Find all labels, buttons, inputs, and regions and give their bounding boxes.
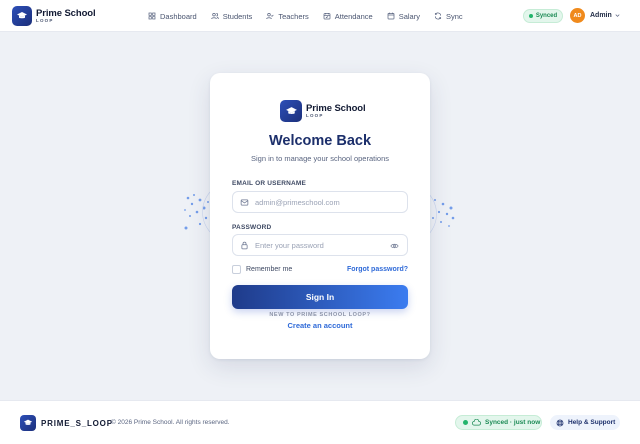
card-brand: Prime School LOOP <box>280 100 366 122</box>
calendar-check-icon <box>323 13 331 20</box>
login-card: Prime School LOOP Welcome Back Sign in t… <box>210 73 430 359</box>
footer: PRIME_S_LOOP © 2026 Prime School. All ri… <box>0 400 640 444</box>
password-placeholder: Enter your password <box>255 240 324 250</box>
eye-icon[interactable] <box>390 242 399 250</box>
sync-status-text: Synced <box>535 13 558 19</box>
nav-item-sync[interactable]: Sync <box>434 12 463 21</box>
lock-icon <box>241 241 248 250</box>
nav-item-students[interactable]: Students <box>211 11 253 21</box>
user-check-icon <box>266 12 274 20</box>
graduation-cap-icon <box>12 6 32 26</box>
life-buoy-icon <box>556 419 564 426</box>
page-subtitle: Sign in to manage your school operations <box>250 154 389 163</box>
sync-status-badge: Synced <box>523 9 563 23</box>
wallet-icon <box>387 12 395 20</box>
create-account-link[interactable]: Create an account <box>210 321 430 330</box>
chevron-down-icon[interactable] <box>614 12 621 19</box>
nav-item-dashboard[interactable]: Dashboard <box>148 12 197 21</box>
remember-checkbox[interactable] <box>232 265 241 274</box>
password-field[interactable]: Enter your password <box>232 234 408 256</box>
forgot-password-link[interactable]: Forgot password? <box>347 266 408 273</box>
nav-label: Attendance <box>334 11 373 21</box>
card-brand-name: Prime School <box>306 102 366 114</box>
mail-icon <box>240 199 249 206</box>
nav-label: Students <box>222 11 253 21</box>
nav-item-attendance[interactable]: Attendance <box>323 12 373 21</box>
header-brand[interactable]: Prime School LOOP <box>12 6 96 26</box>
help-label: Help & Support <box>568 419 616 426</box>
graduation-cap-icon <box>280 100 302 122</box>
nav-item-teachers[interactable]: Teachers <box>266 11 309 21</box>
grid-icon <box>148 12 156 20</box>
cloud-icon <box>472 419 481 426</box>
help-support-button[interactable]: Help & Support <box>550 415 620 430</box>
footer-sync-text: Synced · just now <box>485 419 541 426</box>
footer-brand-name: PRIME_S_LOOP <box>41 418 113 428</box>
footer-brand: PRIME_S_LOOP <box>20 415 113 431</box>
status-dot-icon <box>528 14 533 18</box>
graduation-cap-icon <box>20 415 36 431</box>
page-title: Welcome Back <box>268 133 372 149</box>
sign-in-button[interactable]: Sign In <box>232 285 408 309</box>
email-placeholder: admin@primeschool.com <box>255 197 340 207</box>
email-field[interactable]: admin@primeschool.com <box>232 191 408 213</box>
copyright-text: © 2026 Prime School. All rights reserved… <box>111 419 230 426</box>
remember-me[interactable]: Remember me <box>232 265 292 274</box>
nav-label: Teachers <box>278 11 309 21</box>
nav-label: Sync <box>445 11 463 21</box>
globe-dots-decoration-right <box>428 193 455 235</box>
header-brand-sub: LOOP <box>36 18 54 23</box>
footer-sync-badge: Synced · just now <box>455 415 542 430</box>
email-label: EMAIL OR USERNAME <box>232 180 307 187</box>
header-brand-name: Prime School <box>36 7 96 19</box>
status-dot-icon <box>463 420 468 425</box>
remember-label: Remember me <box>246 266 293 273</box>
nav-label: Salary <box>398 11 420 21</box>
top-navbar: Prime School LOOP Dashboard Students Tea… <box>0 0 640 32</box>
main-nav: Dashboard Students Teachers Attendance S… <box>148 0 477 32</box>
card-brand-sub: LOOP <box>306 113 324 118</box>
nav-item-salary[interactable]: Salary <box>387 12 420 21</box>
new-to-text: NEW TO PRIME SCHOOL LOOP? <box>269 312 371 318</box>
password-label: PASSWORD <box>232 224 272 231</box>
users-icon <box>211 12 219 20</box>
user-menu-name[interactable]: Admin <box>590 12 612 19</box>
avatar[interactable]: AD <box>570 8 585 23</box>
nav-label: Dashboard <box>160 11 197 21</box>
refresh-icon <box>434 12 442 20</box>
